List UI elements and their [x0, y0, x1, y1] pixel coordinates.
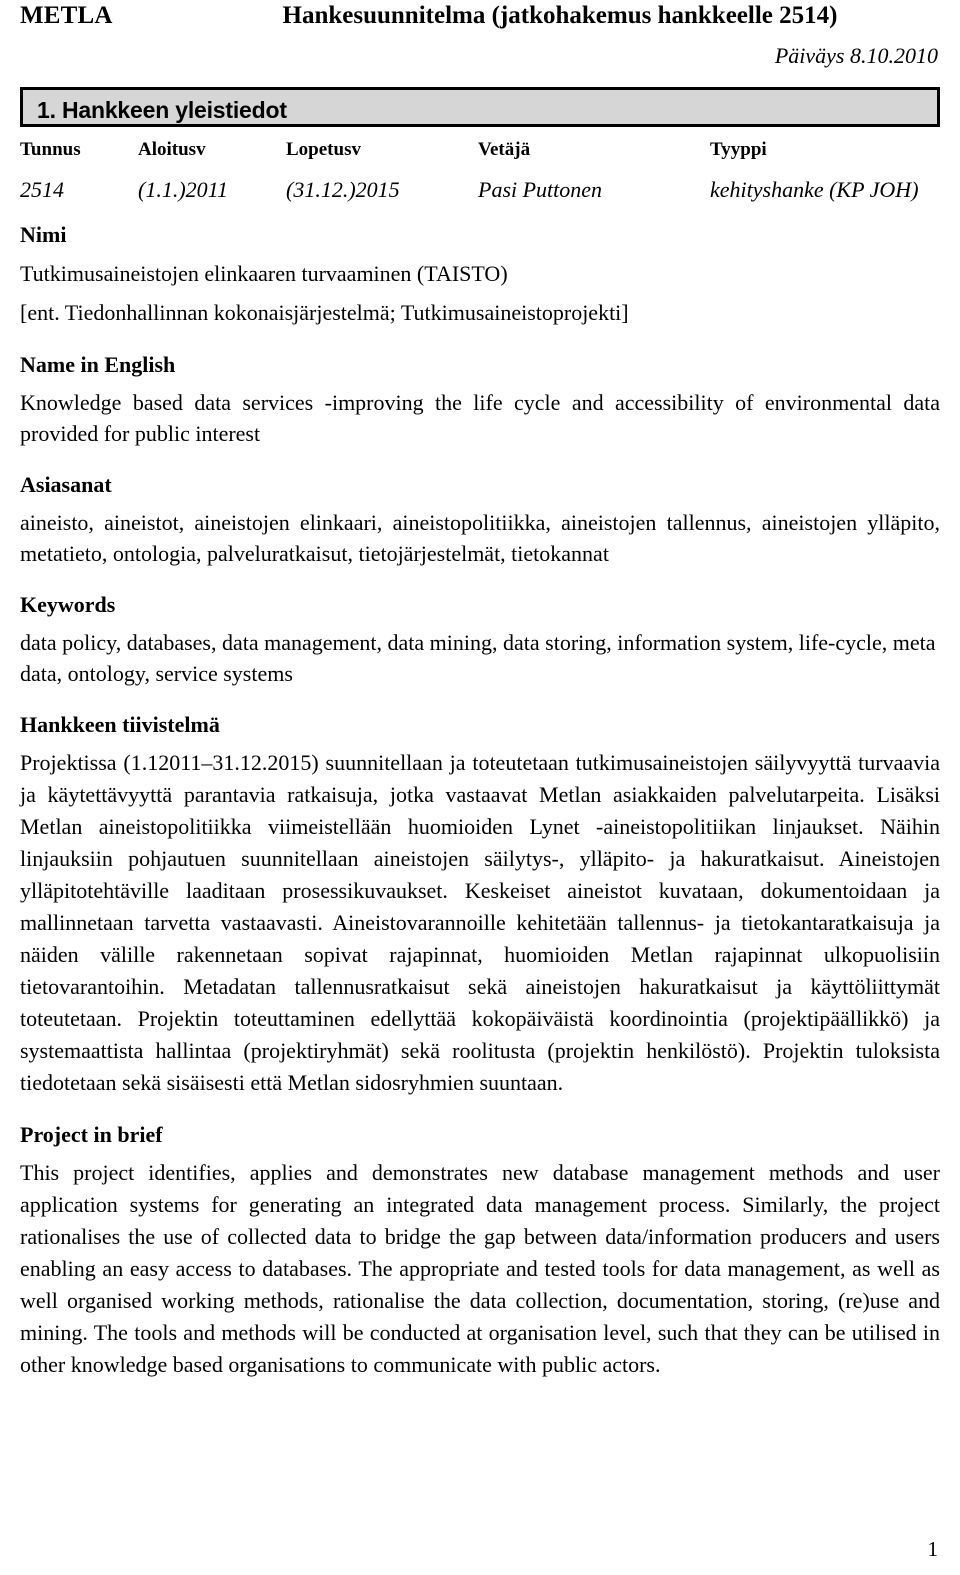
value-project-summary-fi: Projektissa (1.12011–31.12.2015) suunnit… — [20, 750, 940, 1095]
column-header-tunnus: Tunnus — [20, 139, 81, 160]
value-project-in-brief: This project identifies, applies and dem… — [20, 1160, 940, 1377]
label-keywords: Keywords — [20, 592, 116, 617]
document-title: Hankesuunnitelma (jatkohakemus hankkeell… — [282, 2, 838, 29]
field-name-in-english: Name in English Knowledge based data ser… — [20, 351, 940, 449]
field-nimi: Nimi Tutkimusaineistojen elinkaaren turv… — [20, 221, 940, 329]
field-keywords: Keywords data policy, databases, data ma… — [20, 591, 940, 689]
label-project-in-brief: Project in brief — [20, 1122, 163, 1147]
cell-tunnus: 2514 — [20, 177, 64, 202]
value-name-in-english: Knowledge based data services -improving… — [20, 390, 940, 446]
column-header-vetaja: Vetäjä — [478, 139, 531, 160]
table-header-row: Tunnus Aloitusv Lopetusv Vetäjä Tyyppi — [20, 139, 940, 177]
document-page: METLA Hankesuunnitelma (jatkohakemus han… — [0, 0, 960, 1575]
label-project-summary-fi: Hankkeen tiivistelmä — [20, 712, 220, 737]
cell-vetaja: Pasi Puttonen — [478, 177, 603, 202]
field-project-summary-fi: Hankkeen tiivistelmä Projektissa (1.1201… — [20, 711, 940, 1099]
label-asiasanat: Asiasanat — [20, 472, 112, 497]
section-heading-general-info: 1. Hankkeen yleistiedot — [20, 87, 940, 127]
value-keywords: data policy, databases, data management,… — [20, 630, 936, 686]
document-header: METLA Hankesuunnitelma (jatkohakemus han… — [20, 0, 940, 34]
column-header-aloitusv: Aloitusv — [138, 139, 206, 160]
label-name-in-english: Name in English — [20, 352, 176, 377]
value-asiasanat: aineisto, aineistot, aineistojen elinkaa… — [20, 510, 940, 566]
document-date: Päiväys 8.10.2010 — [774, 43, 938, 68]
field-project-in-brief: Project in brief This project identifies… — [20, 1121, 940, 1381]
table-row: 2514 (1.1.)2011 (31.12.)2015 Pasi Putton… — [20, 177, 940, 203]
label-nimi: Nimi — [20, 222, 67, 247]
cell-tyyppi: kehityshanke (KP JOH) — [710, 177, 919, 202]
cell-aloitusv: (1.1.)2011 — [138, 177, 229, 202]
project-info-table: Tunnus Aloitusv Lopetusv Vetäjä Tyyppi 2… — [20, 139, 940, 203]
page-number: 1 — [927, 1537, 939, 1561]
value-nimi-former: [ent. Tiedonhallinnan kokonaisjärjestelm… — [20, 300, 629, 325]
column-header-tyyppi: Tyyppi — [710, 139, 767, 160]
cell-lopetusv: (31.12.)2015 — [286, 177, 400, 202]
column-header-lopetusv: Lopetusv — [286, 139, 361, 160]
value-nimi-primary: Tutkimusaineistojen elinkaaren turvaamin… — [20, 261, 508, 286]
field-asiasanat: Asiasanat aineisto, aineistot, aineistoj… — [20, 471, 940, 569]
